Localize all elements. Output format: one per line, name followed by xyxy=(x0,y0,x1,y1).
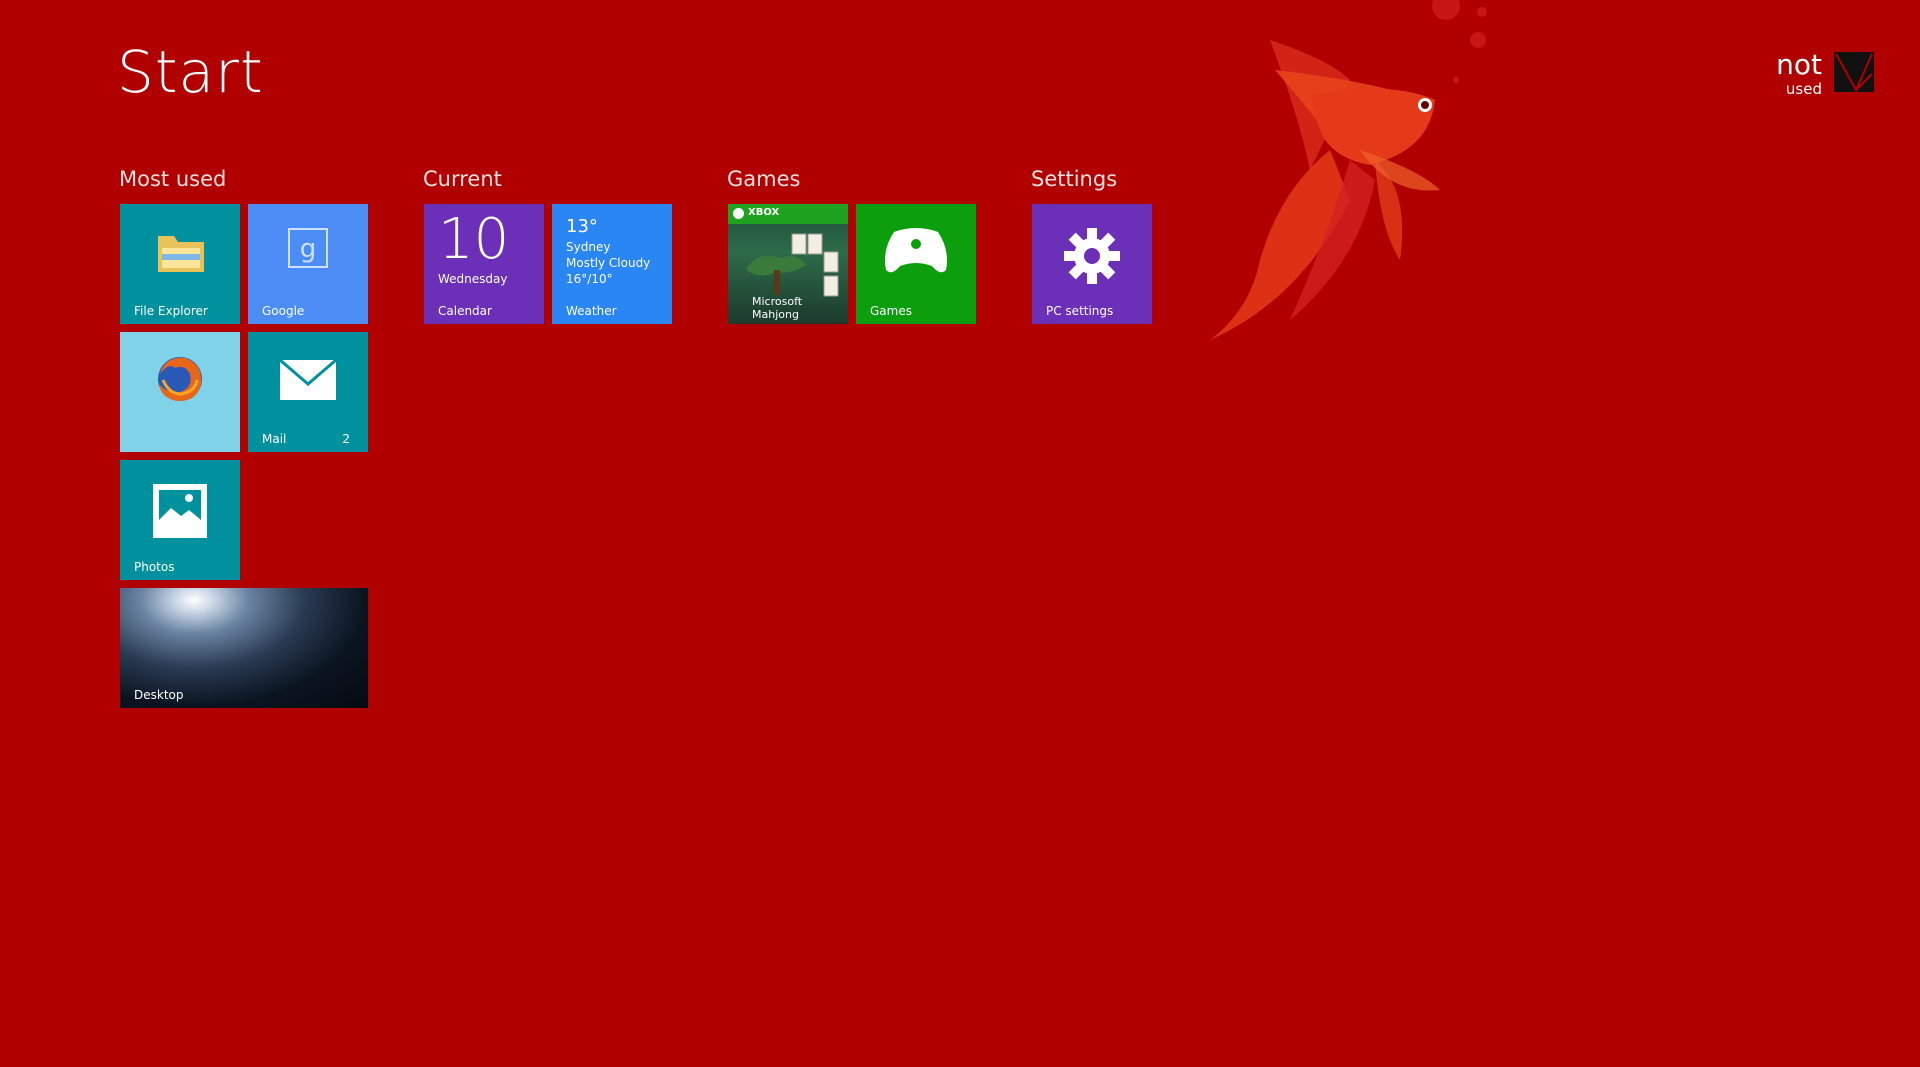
user-name: not xyxy=(1776,48,1822,81)
tile-calendar[interactable]: 10 Wednesday Calendar xyxy=(424,204,544,324)
svg-text:g: g xyxy=(300,234,317,264)
group-label-current[interactable]: Current xyxy=(423,167,502,191)
mahjong-tiles-icon xyxy=(746,233,839,297)
tile-file-explorer[interactable]: File Explorer xyxy=(120,204,240,324)
game-controller-icon xyxy=(885,228,947,273)
mahjong-label-1: Microsoft xyxy=(752,295,803,308)
mail-badge: 2 xyxy=(342,432,350,446)
user-subtitle: used xyxy=(1785,80,1822,98)
tile-mail[interactable]: Mail 2 xyxy=(248,332,368,452)
tile-pc-settings[interactable]: PC settings xyxy=(1032,204,1152,324)
calendar-day: 10 xyxy=(438,207,510,272)
goldfish-background-art xyxy=(1210,0,1487,340)
tile-label: Google xyxy=(262,304,305,318)
tile-label: Games xyxy=(870,304,912,318)
xbox-banner: XBOX xyxy=(728,204,848,224)
tile-photos[interactable]: Photos xyxy=(120,460,240,580)
tile-label: Photos xyxy=(134,560,175,574)
weather-city: Sydney xyxy=(566,240,611,254)
tile-label: File Explorer xyxy=(134,304,208,318)
tile-weather[interactable]: 13° Sydney Mostly Cloudy 16°/10° Weather xyxy=(552,204,672,324)
folder-icon xyxy=(158,236,204,272)
photos-icon xyxy=(153,484,207,538)
start-title: Start xyxy=(117,38,264,106)
google-icon: g xyxy=(288,228,328,268)
xbox-icon xyxy=(733,208,744,219)
avatar[interactable] xyxy=(1834,52,1874,93)
tile-label: Weather xyxy=(566,304,617,318)
firefox-icon xyxy=(158,357,202,402)
group-label-settings[interactable]: Settings xyxy=(1031,167,1117,191)
tile-desktop[interactable]: Desktop xyxy=(120,588,368,708)
tile-microsoft-mahjong[interactable]: XBOX Microsoft Mahjong xyxy=(728,204,848,324)
tile-label: Mail xyxy=(262,432,287,446)
tile-label: Calendar xyxy=(438,304,492,318)
mail-icon xyxy=(280,360,336,400)
tile-games[interactable]: Games xyxy=(856,204,976,324)
tile-google[interactable]: g Google xyxy=(248,204,368,324)
mahjong-label-2: Mahjong xyxy=(752,308,799,321)
weather-condition: Mostly Cloudy xyxy=(566,256,651,270)
gear-icon xyxy=(1064,228,1120,284)
xbox-brand: XBOX xyxy=(748,207,780,218)
group-label-games[interactable]: Games xyxy=(727,167,800,191)
tile-label: Desktop xyxy=(134,688,184,702)
weather-range: 16°/10° xyxy=(566,272,613,286)
tile-label: PC settings xyxy=(1046,304,1114,318)
calendar-weekday: Wednesday xyxy=(438,272,508,286)
tile-firefox[interactable] xyxy=(120,332,240,452)
group-label-most-used[interactable]: Most used xyxy=(119,167,226,191)
weather-temp: 13° xyxy=(566,216,598,237)
